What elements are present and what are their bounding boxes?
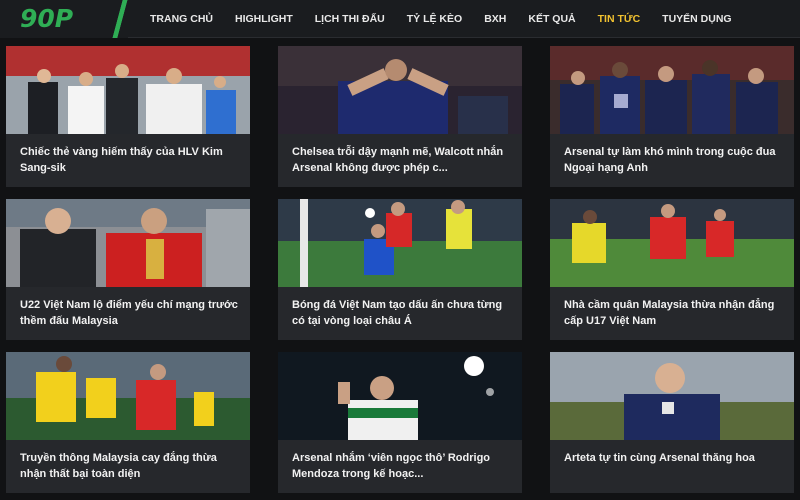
nav-item-highlight[interactable]: HIGHLIGHT <box>235 13 293 25</box>
article-thumbnail[interactable] <box>6 46 250 134</box>
nav-item-ty-le-keo[interactable]: TỶ LỆ KÈO <box>407 13 462 25</box>
nav-item-ket-qua[interactable]: KẾT QUẢ <box>528 13 575 25</box>
article-title[interactable]: Arsenal nhắm ‘viên ngọc thô’ Rodrigo Men… <box>292 450 512 482</box>
news-card[interactable]: Chiếc thẻ vàng hiếm thấy của HLV Kim San… <box>6 46 250 187</box>
logo-accent-stripe <box>108 0 130 38</box>
logo-area[interactable]: 90P <box>0 0 130 38</box>
main-nav: TRANG CHỦ HIGHLIGHT LỊCH THI ĐẤU TỶ LỆ K… <box>150 0 754 38</box>
nav-item-trang-chu[interactable]: TRANG CHỦ <box>150 13 213 25</box>
article-thumbnail[interactable] <box>278 46 522 134</box>
news-card[interactable]: U22 Việt Nam lộ điểm yếu chí mạng trước … <box>6 199 250 340</box>
article-title[interactable]: U22 Việt Nam lộ điểm yếu chí mạng trước … <box>20 297 240 329</box>
article-thumbnail[interactable] <box>6 352 250 440</box>
article-thumbnail[interactable] <box>550 352 794 440</box>
article-title[interactable]: Arteta tự tin cùng Arsenal thăng hoa <box>564 450 784 466</box>
news-card[interactable]: Arsenal nhắm ‘viên ngọc thô’ Rodrigo Men… <box>278 352 522 493</box>
article-thumbnail[interactable] <box>550 199 794 287</box>
article-thumbnail[interactable] <box>6 199 250 287</box>
news-card[interactable]: Truyền thông Malaysia cay đắng thừa nhận… <box>6 352 250 493</box>
article-thumbnail[interactable] <box>550 46 794 134</box>
news-card[interactable]: Chelsea trỗi dậy mạnh mẽ, Walcott nhắn A… <box>278 46 522 187</box>
article-thumbnail[interactable] <box>278 199 522 287</box>
article-title[interactable]: Chiếc thẻ vàng hiếm thấy của HLV Kim San… <box>20 144 240 176</box>
nav-item-lich-thi-dau[interactable]: LỊCH THI ĐẤU <box>315 13 385 25</box>
article-thumbnail[interactable] <box>278 352 522 440</box>
article-title[interactable]: Nhà cầm quân Malaysia thừa nhận đẳng cấp… <box>564 297 784 329</box>
article-title[interactable]: Chelsea trỗi dậy mạnh mẽ, Walcott nhắn A… <box>292 144 512 176</box>
news-card[interactable]: Nhà cầm quân Malaysia thừa nhận đẳng cấp… <box>550 199 794 340</box>
nav-item-tin-tuc[interactable]: TIN TỨC <box>598 13 641 25</box>
article-title[interactable]: Truyền thông Malaysia cay đắng thừa nhận… <box>20 450 240 482</box>
article-title[interactable]: Bóng đá Việt Nam tạo dấu ấn chưa từng có… <box>292 297 512 329</box>
site-header: 90P TRANG CHỦ HIGHLIGHT LỊCH THI ĐẤU TỶ … <box>0 0 800 38</box>
news-card[interactable]: Bóng đá Việt Nam tạo dấu ấn chưa từng có… <box>278 199 522 340</box>
news-card[interactable]: Arteta tự tin cùng Arsenal thăng hoa <box>550 352 794 493</box>
nav-item-bxh[interactable]: BXH <box>484 13 506 25</box>
site-logo[interactable]: 90P <box>20 4 73 34</box>
article-title[interactable]: Arsenal tự làm khó mình trong cuộc đua N… <box>564 144 784 176</box>
news-card[interactable]: Arsenal tự làm khó mình trong cuộc đua N… <box>550 46 794 187</box>
nav-item-tuyen-dung[interactable]: TUYỂN DỤNG <box>662 13 731 25</box>
